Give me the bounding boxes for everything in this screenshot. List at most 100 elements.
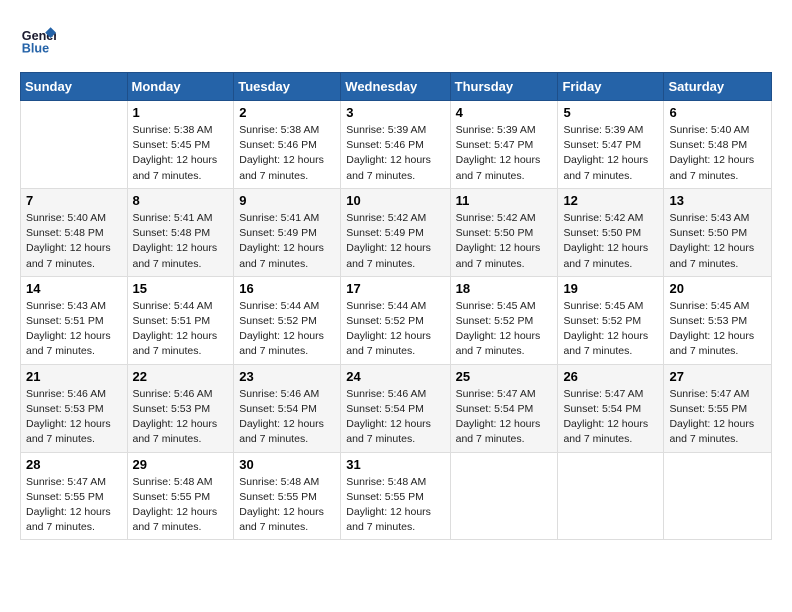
day-cell: 3 Sunrise: 5:39 AM Sunset: 5:46 PM Daylig…: [341, 101, 450, 189]
day-cell: 1 Sunrise: 5:38 AM Sunset: 5:45 PM Daylig…: [127, 101, 234, 189]
day-cell: [21, 101, 128, 189]
day-info: Sunrise: 5:44 AM Sunset: 5:52 PM Dayligh…: [346, 299, 444, 360]
day-number: 13: [669, 193, 766, 208]
day-cell: 17 Sunrise: 5:44 AM Sunset: 5:52 PM Dayli…: [341, 276, 450, 364]
page-header: General Blue: [20, 20, 772, 56]
day-number: 10: [346, 193, 444, 208]
day-info: Sunrise: 5:40 AM Sunset: 5:48 PM Dayligh…: [669, 123, 766, 184]
day-info: Sunrise: 5:39 AM Sunset: 5:46 PM Dayligh…: [346, 123, 444, 184]
calendar-table: SundayMondayTuesdayWednesdayThursdayFrid…: [20, 72, 772, 540]
day-cell: 7 Sunrise: 5:40 AM Sunset: 5:48 PM Daylig…: [21, 188, 128, 276]
day-number: 6: [669, 105, 766, 120]
day-number: 12: [563, 193, 658, 208]
calendar-body: 1 Sunrise: 5:38 AM Sunset: 5:45 PM Daylig…: [21, 101, 772, 540]
day-info: Sunrise: 5:46 AM Sunset: 5:53 PM Dayligh…: [26, 387, 122, 448]
day-info: Sunrise: 5:41 AM Sunset: 5:48 PM Dayligh…: [133, 211, 229, 272]
day-cell: 12 Sunrise: 5:42 AM Sunset: 5:50 PM Dayli…: [558, 188, 664, 276]
header-cell-friday: Friday: [558, 73, 664, 101]
day-number: 17: [346, 281, 444, 296]
day-number: 1: [133, 105, 229, 120]
day-info: Sunrise: 5:42 AM Sunset: 5:50 PM Dayligh…: [563, 211, 658, 272]
day-cell: 30 Sunrise: 5:48 AM Sunset: 5:55 PM Dayli…: [234, 452, 341, 540]
day-number: 27: [669, 369, 766, 384]
day-number: 31: [346, 457, 444, 472]
day-cell: 21Sunrise: 5:46 AM Sunset: 5:53 PM Dayli…: [21, 364, 128, 452]
day-info: Sunrise: 5:44 AM Sunset: 5:52 PM Dayligh…: [239, 299, 335, 360]
header-cell-sunday: Sunday: [21, 73, 128, 101]
day-cell: 27 Sunrise: 5:47 AM Sunset: 5:55 PM Dayli…: [664, 364, 772, 452]
day-number: 23: [239, 369, 335, 384]
header-cell-monday: Monday: [127, 73, 234, 101]
day-number: 30: [239, 457, 335, 472]
day-cell: 2Sunrise: 5:38 AM Sunset: 5:46 PM Daylig…: [234, 101, 341, 189]
day-number: 16: [239, 281, 335, 296]
day-number: 3: [346, 105, 444, 120]
day-cell: 15Sunrise: 5:44 AM Sunset: 5:51 PM Dayli…: [127, 276, 234, 364]
day-info: Sunrise: 5:42 AM Sunset: 5:50 PM Dayligh…: [456, 211, 553, 272]
day-number: 7: [26, 193, 122, 208]
day-info: Sunrise: 5:45 AM Sunset: 5:52 PM Dayligh…: [563, 299, 658, 360]
day-cell: 31 Sunrise: 5:48 AM Sunset: 5:55 PM Dayli…: [341, 452, 450, 540]
day-cell: 26 Sunrise: 5:47 AM Sunset: 5:54 PM Dayli…: [558, 364, 664, 452]
header-cell-saturday: Saturday: [664, 73, 772, 101]
day-cell: [450, 452, 558, 540]
day-cell: 29Sunrise: 5:48 AM Sunset: 5:55 PM Dayli…: [127, 452, 234, 540]
day-info: Sunrise: 5:39 AM Sunset: 5:47 PM Dayligh…: [456, 123, 553, 184]
day-cell: 19 Sunrise: 5:45 AM Sunset: 5:52 PM Dayli…: [558, 276, 664, 364]
day-number: 19: [563, 281, 658, 296]
week-row-4: 21Sunrise: 5:46 AM Sunset: 5:53 PM Dayli…: [21, 364, 772, 452]
day-info: Sunrise: 5:41 AM Sunset: 5:49 PM Dayligh…: [239, 211, 335, 272]
day-cell: 23 Sunrise: 5:46 AM Sunset: 5:54 PM Dayli…: [234, 364, 341, 452]
header-cell-thursday: Thursday: [450, 73, 558, 101]
day-number: 29: [133, 457, 229, 472]
day-cell: 16 Sunrise: 5:44 AM Sunset: 5:52 PM Dayli…: [234, 276, 341, 364]
week-row-1: 1 Sunrise: 5:38 AM Sunset: 5:45 PM Daylig…: [21, 101, 772, 189]
day-info: Sunrise: 5:40 AM Sunset: 5:48 PM Dayligh…: [26, 211, 122, 272]
day-number: 20: [669, 281, 766, 296]
day-number: 28: [26, 457, 122, 472]
day-number: 24: [346, 369, 444, 384]
day-number: 4: [456, 105, 553, 120]
day-number: 11: [456, 193, 553, 208]
day-info: Sunrise: 5:42 AM Sunset: 5:49 PM Dayligh…: [346, 211, 444, 272]
calendar-header: SundayMondayTuesdayWednesdayThursdayFrid…: [21, 73, 772, 101]
day-cell: 20Sunrise: 5:45 AM Sunset: 5:53 PM Dayli…: [664, 276, 772, 364]
day-info: Sunrise: 5:46 AM Sunset: 5:53 PM Dayligh…: [133, 387, 229, 448]
week-row-2: 7 Sunrise: 5:40 AM Sunset: 5:48 PM Daylig…: [21, 188, 772, 276]
day-cell: 25 Sunrise: 5:47 AM Sunset: 5:54 PM Dayli…: [450, 364, 558, 452]
day-info: Sunrise: 5:43 AM Sunset: 5:51 PM Dayligh…: [26, 299, 122, 360]
week-row-3: 14Sunrise: 5:43 AM Sunset: 5:51 PM Dayli…: [21, 276, 772, 364]
day-number: 5: [563, 105, 658, 120]
day-cell: 11 Sunrise: 5:42 AM Sunset: 5:50 PM Dayli…: [450, 188, 558, 276]
day-cell: 8Sunrise: 5:41 AM Sunset: 5:48 PM Daylig…: [127, 188, 234, 276]
day-number: 18: [456, 281, 553, 296]
day-number: 9: [239, 193, 335, 208]
day-cell: 4 Sunrise: 5:39 AM Sunset: 5:47 PM Daylig…: [450, 101, 558, 189]
svg-text:Blue: Blue: [22, 41, 49, 55]
day-cell: 6 Sunrise: 5:40 AM Sunset: 5:48 PM Daylig…: [664, 101, 772, 189]
day-info: Sunrise: 5:47 AM Sunset: 5:54 PM Dayligh…: [456, 387, 553, 448]
day-cell: 9 Sunrise: 5:41 AM Sunset: 5:49 PM Daylig…: [234, 188, 341, 276]
day-info: Sunrise: 5:46 AM Sunset: 5:54 PM Dayligh…: [239, 387, 335, 448]
day-cell: 5Sunrise: 5:39 AM Sunset: 5:47 PM Daylig…: [558, 101, 664, 189]
day-cell: 13 Sunrise: 5:43 AM Sunset: 5:50 PM Dayli…: [664, 188, 772, 276]
day-info: Sunrise: 5:48 AM Sunset: 5:55 PM Dayligh…: [239, 475, 335, 536]
header-cell-wednesday: Wednesday: [341, 73, 450, 101]
day-cell: 10 Sunrise: 5:42 AM Sunset: 5:49 PM Dayli…: [341, 188, 450, 276]
day-number: 26: [563, 369, 658, 384]
day-info: Sunrise: 5:48 AM Sunset: 5:55 PM Dayligh…: [346, 475, 444, 536]
header-cell-tuesday: Tuesday: [234, 73, 341, 101]
day-cell: [664, 452, 772, 540]
day-cell: 14Sunrise: 5:43 AM Sunset: 5:51 PM Dayli…: [21, 276, 128, 364]
day-info: Sunrise: 5:43 AM Sunset: 5:50 PM Dayligh…: [669, 211, 766, 272]
logo-icon: General Blue: [20, 20, 56, 56]
day-info: Sunrise: 5:38 AM Sunset: 5:45 PM Dayligh…: [133, 123, 229, 184]
day-info: Sunrise: 5:47 AM Sunset: 5:55 PM Dayligh…: [26, 475, 122, 536]
day-number: 22: [133, 369, 229, 384]
day-info: Sunrise: 5:47 AM Sunset: 5:55 PM Dayligh…: [669, 387, 766, 448]
day-cell: 18Sunrise: 5:45 AM Sunset: 5:52 PM Dayli…: [450, 276, 558, 364]
day-info: Sunrise: 5:47 AM Sunset: 5:54 PM Dayligh…: [563, 387, 658, 448]
day-cell: [558, 452, 664, 540]
day-number: 25: [456, 369, 553, 384]
day-cell: 22 Sunrise: 5:46 AM Sunset: 5:53 PM Dayli…: [127, 364, 234, 452]
